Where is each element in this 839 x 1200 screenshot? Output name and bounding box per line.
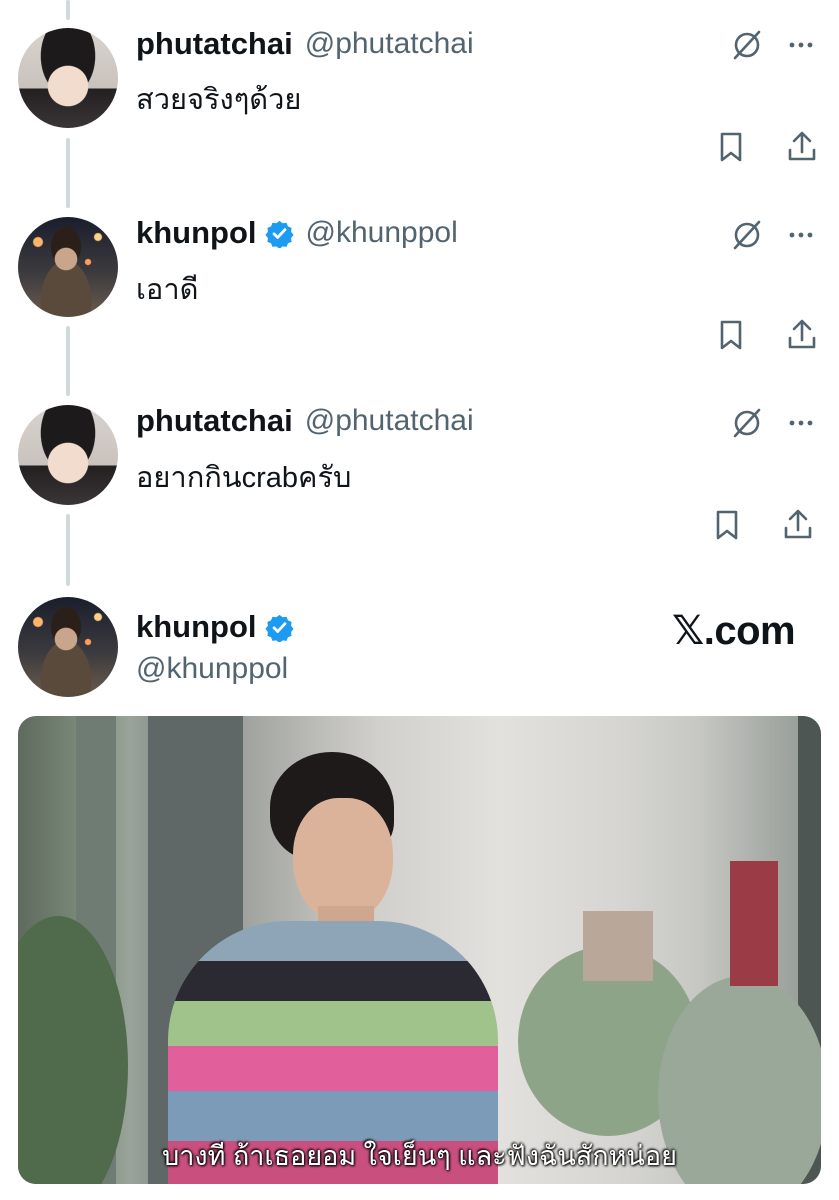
username[interactable]: @khunppol [136,652,288,686]
username[interactable]: @phutatchai [305,27,474,61]
share-icon[interactable] [778,505,818,545]
verified-badge-icon [265,220,294,248]
bookmark-icon[interactable] [707,505,747,545]
bookmark-icon[interactable] [711,127,751,167]
avatar[interactable] [18,28,118,128]
tweet-text: เอาดี [136,274,199,306]
more-icon[interactable] [781,403,821,443]
more-icon[interactable] [781,215,821,255]
bookmark-icon[interactable] [711,315,751,355]
grok-icon[interactable] [727,215,767,255]
tweet-text: อยากกินcrabครับ [136,462,352,494]
avatar[interactable] [18,217,118,317]
display-name[interactable]: phutatchai [136,26,293,62]
media-subtitle: บางที ถ้าเธอยอม ใจเย็นๆ และฟังฉันสักหน่อ… [162,1141,677,1171]
display-name[interactable]: khunpol [136,609,257,645]
username[interactable]: @phutatchai [305,404,474,438]
thread-line [66,326,70,396]
share-icon[interactable] [782,127,822,167]
avatar[interactable] [18,597,118,697]
avatar[interactable] [18,405,118,505]
share-icon[interactable] [782,315,822,355]
tweet-text: สวยจริงๆด้วย [136,84,302,116]
username[interactable]: @khunppol [306,216,458,250]
tweet-header: phutatchai @phutatchai [136,403,474,439]
tweet-header: phutatchai @phutatchai [136,26,474,62]
display-name[interactable]: khunpol [136,215,257,251]
tweet-header: khunpol [136,609,294,645]
media-image[interactable]: บางที ถ้าเธอยอม ใจเย็นๆ และฟังฉันสักหน่อ… [18,716,821,1184]
verified-badge-icon [265,614,294,642]
thread-line [66,514,70,586]
display-name[interactable]: phutatchai [136,403,293,439]
thread-line [66,0,70,20]
grok-icon[interactable] [727,403,767,443]
x-logo: 𝕏.com [672,609,796,653]
thread-line [66,138,70,208]
grok-icon[interactable] [727,25,767,65]
tweet-header: khunpol @khunppol [136,215,458,251]
more-icon[interactable] [781,25,821,65]
